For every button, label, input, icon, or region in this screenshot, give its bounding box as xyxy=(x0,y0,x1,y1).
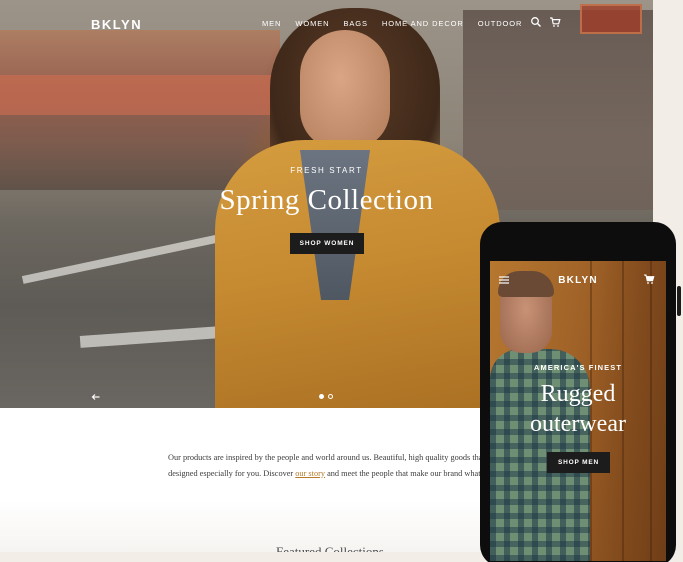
site-logo[interactable]: BKLYN xyxy=(91,17,142,32)
storefront-sign xyxy=(580,4,642,34)
top-navigation: BKLYN MEN WOMEN BAGS HOME AND DECOR OUTD… xyxy=(0,0,653,50)
shop-women-button[interactable]: SHOP WOMEN xyxy=(290,233,364,254)
brand-intro-text: Our products are inspired by the people … xyxy=(160,450,505,481)
mobile-hero-title-line-1: Rugged xyxy=(540,381,616,407)
intro-text-part-2: and meet the people that make our brand … xyxy=(325,468,497,478)
mobile-site-logo[interactable]: BKLYN xyxy=(490,275,666,286)
nav-item-home-and-decor[interactable]: HOME AND DECOR xyxy=(382,19,464,28)
hero-kicker: FRESH START xyxy=(290,166,363,175)
nav-item-men[interactable]: MEN xyxy=(262,19,281,28)
featured-collections-heading: Featured Collections xyxy=(276,544,384,552)
search-icon[interactable] xyxy=(530,16,542,28)
slide-dot-1[interactable] xyxy=(319,394,324,399)
slideshow-dots xyxy=(319,394,333,399)
mobile-site-preview: BKLYN AMERICA'S FINEST Rugged outerwear … xyxy=(490,261,666,561)
nav-item-outdoor[interactable]: OUTDOOR xyxy=(478,19,523,28)
slide-dot-2[interactable] xyxy=(328,394,333,399)
nav-links: MEN WOMEN BAGS HOME AND DECOR OUTDOOR xyxy=(262,19,536,28)
hero-background-awning xyxy=(0,75,300,115)
hero-title: Spring Collection xyxy=(219,184,434,216)
cart-icon[interactable] xyxy=(549,16,561,28)
our-story-link[interactable]: our story xyxy=(295,469,325,478)
cart-icon[interactable] xyxy=(643,273,655,285)
mobile-hero-title-line-2: outerwear xyxy=(530,411,626,437)
shop-men-button[interactable]: SHOP MEN xyxy=(547,452,610,473)
nav-item-bags[interactable]: BAGS xyxy=(343,19,367,28)
phone-side-button xyxy=(677,286,681,316)
mobile-hero-title: Rugged outerwear xyxy=(490,379,666,439)
nav-item-women[interactable]: WOMEN xyxy=(295,19,329,28)
arrow-left-icon[interactable] xyxy=(91,392,101,402)
mobile-hero-kicker: AMERICA'S FINEST xyxy=(533,363,623,372)
